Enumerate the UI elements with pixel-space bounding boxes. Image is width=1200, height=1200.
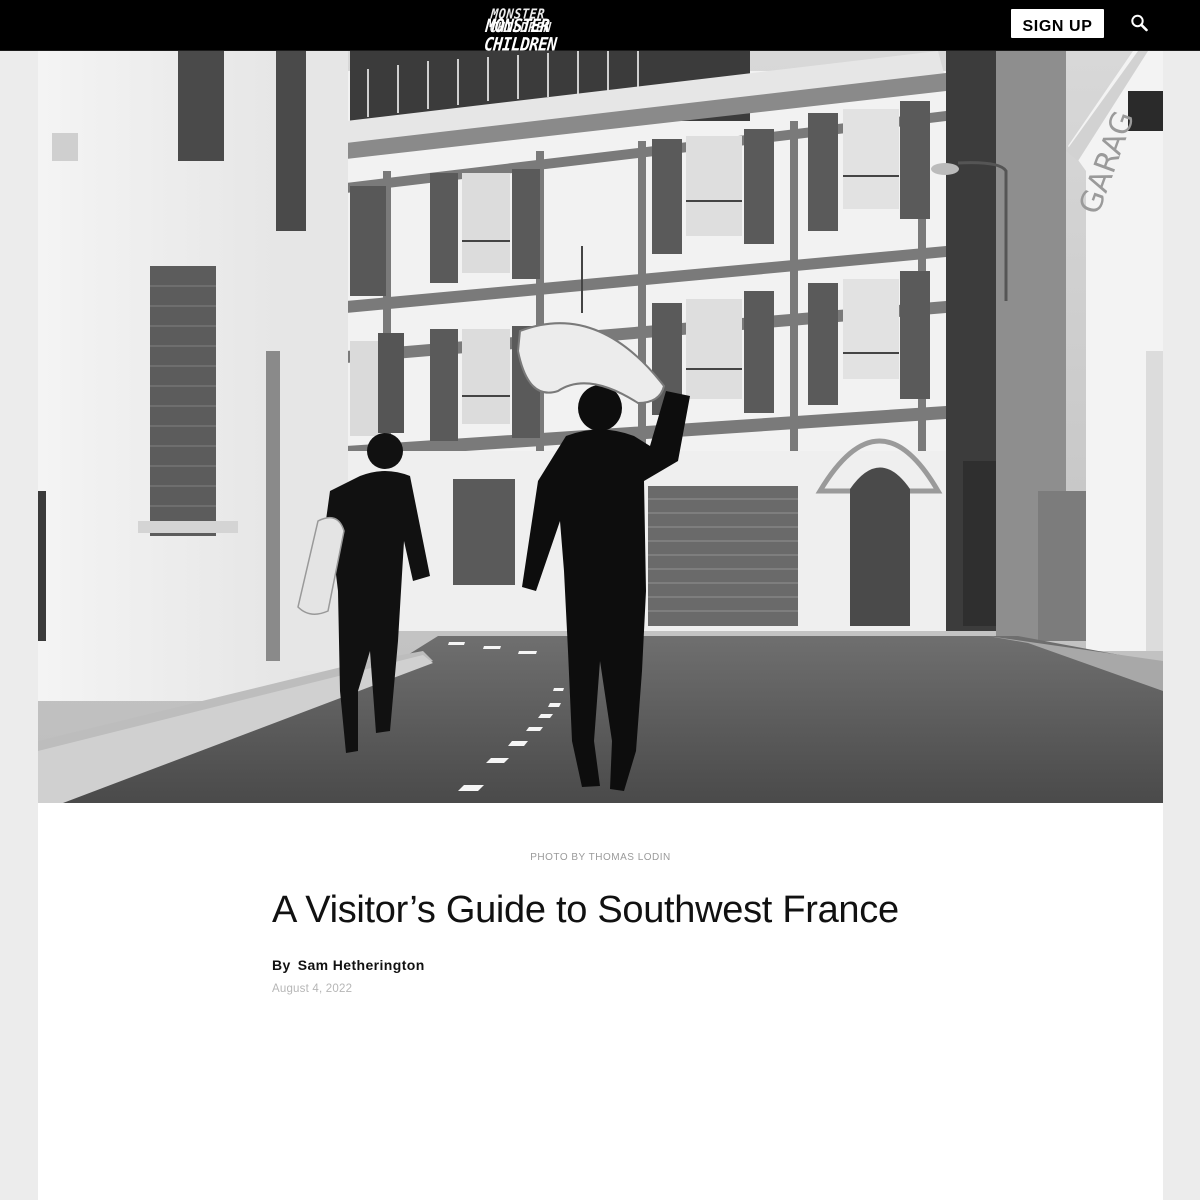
sign-up-button[interactable]: SIGN UP (1011, 9, 1104, 38)
photo-credit: PHOTO BY THOMAS LODIN (530, 852, 671, 863)
search-icon (1131, 14, 1148, 32)
author-link[interactable]: Sam Hetherington (298, 957, 425, 973)
hero-image: GARAG (38, 51, 1163, 803)
logo-text-main: MONSTER CHILDREN (483, 14, 558, 56)
site-logo[interactable]: MONSTER CHILDREN MONSTER CHILDREN (483, 6, 611, 55)
search-button[interactable] (1127, 11, 1153, 37)
byline-label: By (272, 957, 291, 973)
byline: By Sam Hetherington (272, 957, 425, 973)
site-header: MONSTER CHILDREN MONSTER CHILDREN SIGN U… (0, 0, 1200, 55)
article-card: GARAG PHOTO BY THOMAS LODIN A Visitor’s … (38, 51, 1163, 1200)
article-title: A Visitor’s Guide to Southwest France (272, 889, 899, 931)
publish-date: August 4, 2022 (272, 983, 353, 995)
